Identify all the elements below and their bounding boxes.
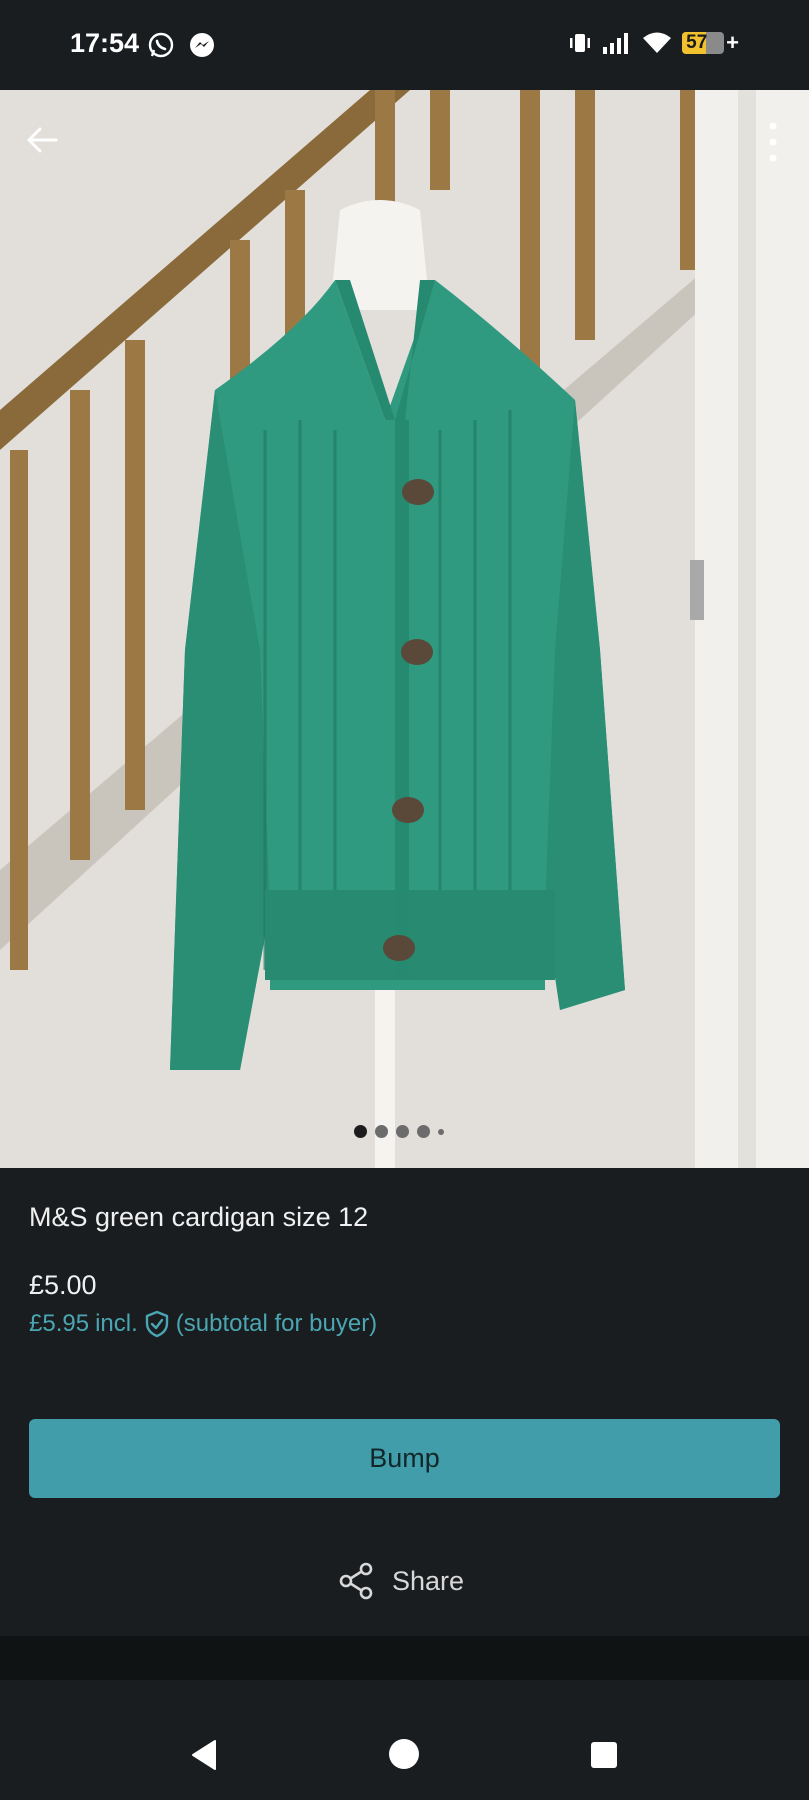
- status-right-group: 57 +: [568, 30, 739, 56]
- share-button[interactable]: Share: [336, 1560, 464, 1602]
- nav-home-icon[interactable]: [388, 1738, 420, 1770]
- subtotal-note: (subtotal for buyer): [175, 1310, 378, 1337]
- gallery-page-indicator: [354, 1125, 444, 1138]
- gallery-dot[interactable]: [375, 1125, 388, 1138]
- listing-price: £5.00: [29, 1270, 97, 1300]
- vibrate-icon: [570, 34, 591, 52]
- incl-label: incl.: [95, 1310, 138, 1337]
- share-icon: [339, 1562, 373, 1600]
- shield-check-icon: [145, 1310, 168, 1338]
- nav-recents-icon[interactable]: [590, 1741, 618, 1769]
- listing-photo-gallery[interactable]: [0, 90, 809, 1168]
- gallery-dot[interactable]: [438, 1128, 444, 1135]
- battery-level: 57: [686, 32, 708, 53]
- gallery-dot[interactable]: [417, 1125, 430, 1138]
- wifi-icon: [643, 32, 672, 53]
- charging-plus-icon: +: [726, 30, 739, 55]
- status-bar: 17:54 57 +: [0, 0, 809, 90]
- status-time: 17:54: [70, 28, 140, 58]
- listing-title: M&S green cardigan size 12: [29, 1202, 369, 1232]
- buyer-protection-price[interactable]: £5.95 incl. (subtotal for buyer): [29, 1310, 377, 1338]
- gallery-dot[interactable]: [396, 1125, 409, 1138]
- more-options-icon[interactable]: [765, 120, 781, 164]
- share-label: Share: [392, 1565, 465, 1596]
- signal-icon: [603, 33, 629, 54]
- bump-button[interactable]: Bump: [29, 1419, 780, 1498]
- whatsapp-icon: [148, 32, 174, 58]
- messenger-icon: [190, 33, 214, 57]
- gallery-dot[interactable]: [354, 1125, 367, 1138]
- bottom-divider-strip: [0, 1636, 809, 1680]
- back-arrow-icon[interactable]: [22, 120, 62, 160]
- price-incl-value: £5.95: [29, 1310, 90, 1337]
- nav-back-icon[interactable]: [189, 1738, 219, 1772]
- battery-icon: 57 +: [682, 30, 739, 56]
- cardigan-photo: [0, 90, 809, 1168]
